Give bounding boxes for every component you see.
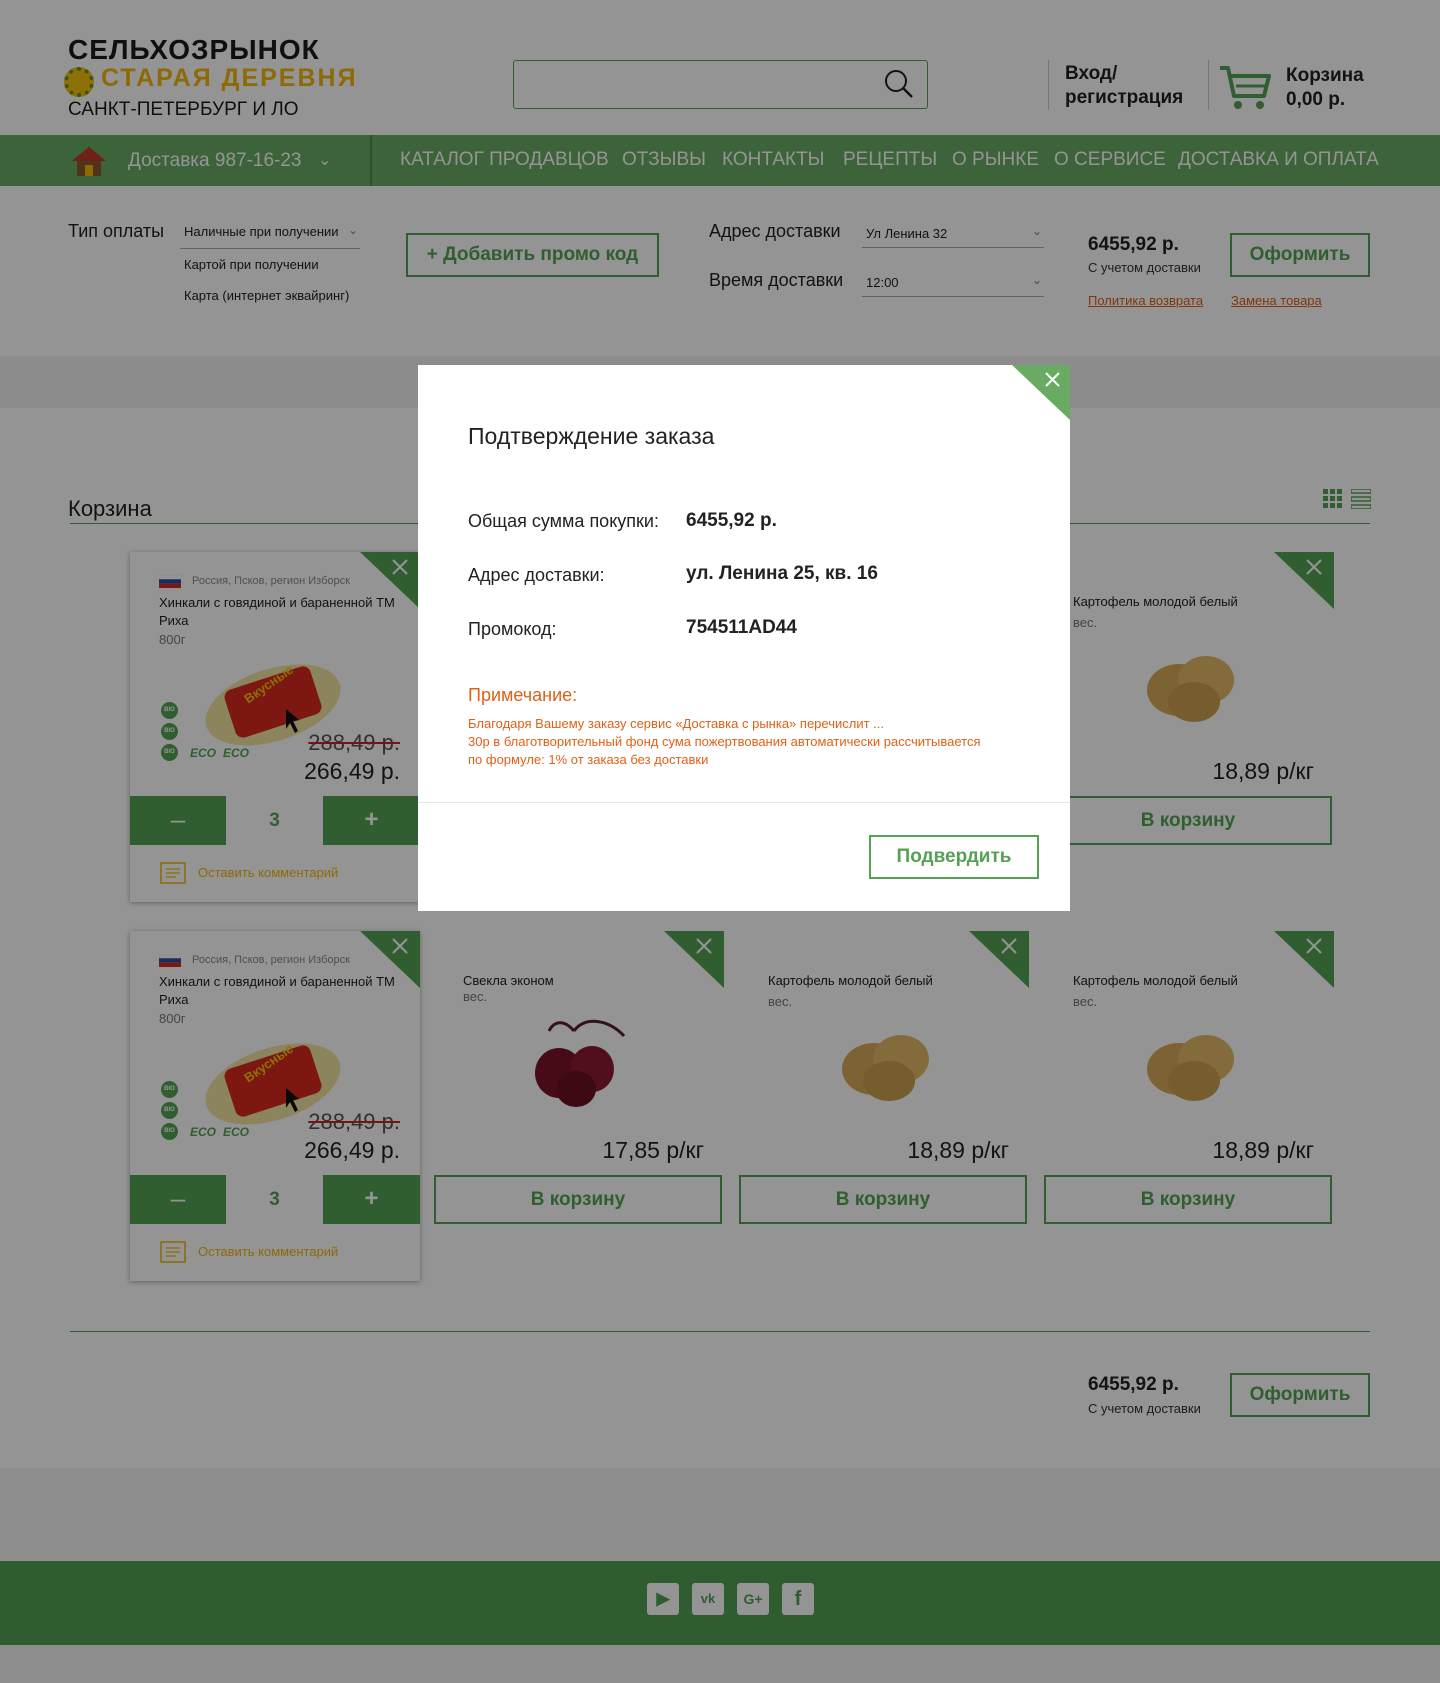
address-label: Адрес доставки: [468, 565, 605, 585]
order-confirmation-modal: Подтверждение заказа Общая сумма покупки… [418, 365, 1070, 911]
promo-label: Промокод: [468, 619, 557, 639]
note-title: Примечание: [468, 685, 578, 705]
modal-title: Подтверждение заказа [468, 423, 715, 449]
sum-value: 6455,92 р. [686, 510, 777, 531]
note-line: по формуле: 1% от заказа без доставки [468, 752, 709, 767]
page: СЕЛЬХОЗРЫНОК СТАРАЯ ДЕРЕВНЯ САНКТ-ПЕТЕРБ… [0, 0, 1440, 1683]
note-text: Благодаря Вашему заказу сервис «Доставка… [468, 715, 1008, 769]
close-icon[interactable] [1012, 365, 1070, 420]
sum-label: Общая сумма покупки: [468, 511, 659, 531]
confirm-button[interactable]: Подвердить [869, 835, 1039, 879]
address-value: ул. Ленина 25, кв. 16 [686, 563, 878, 584]
promo-value: 754511AD44 [686, 617, 797, 638]
note-line: Благодаря Вашему заказу сервис «Доставка… [468, 716, 884, 731]
modal-divider [418, 802, 1070, 803]
note-line: 30р в благотворительный фонд сума пожерт… [468, 734, 981, 749]
